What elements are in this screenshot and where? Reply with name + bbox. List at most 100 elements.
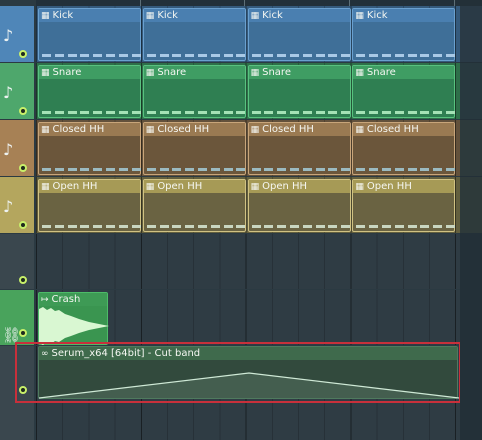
note-mark [236,168,246,171]
note-mark [289,54,299,57]
note-mark [42,54,51,57]
music-note-icon: ♪ [3,26,14,46]
pattern-clip[interactable]: ▦ Closed HH [38,122,141,175]
note-mark [93,54,103,57]
pattern-clip[interactable]: ▦ Snare [247,65,351,118]
note-mark [369,225,379,228]
clip-header: ▦ Kick [353,9,455,22]
clip-header: ▦ Snare [353,66,455,79]
note-mark [185,111,195,114]
note-mark [420,111,430,114]
note-mark [172,168,182,171]
track-enable-led[interactable] [19,164,27,172]
note-mark [445,54,455,57]
note-mark [210,225,220,228]
clip-label: Open HH [52,181,98,192]
clip-header: ▦ Kick [39,9,140,22]
pattern-clip[interactable]: ▦ Kick [38,8,141,61]
note-mark [54,111,64,114]
track-header-crash[interactable]: ⛓ [0,290,34,345]
clip-label: Open HH [366,181,412,192]
pattern-clip[interactable]: ▦ Snare [352,65,456,118]
pattern-clip[interactable]: ▦ Kick [352,8,456,61]
note-mark [315,54,325,57]
track-header-snare[interactable]: ♪ [0,63,34,119]
note-mark [341,225,351,228]
note-marks [353,54,455,57]
pattern-clip[interactable]: ▦ Open HH [38,179,141,232]
note-marks [144,54,246,57]
track-enable-led[interactable] [19,386,27,394]
note-mark [118,111,128,114]
track-enable-led[interactable] [19,276,27,284]
clip-header: ▦ Open HH [248,180,350,193]
note-mark [289,168,299,171]
pattern-clip[interactable]: ▦ Kick [247,8,351,61]
track-enable-led[interactable] [19,107,27,115]
track-lane-open-hh[interactable]: ▦ Open HH ▦ Open HH ▦ Open HH ▦ Open HH [36,177,460,233]
music-note-icon: ♪ [3,83,14,103]
pattern-clip[interactable]: ▦ Open HH [352,179,456,232]
track-header-kick[interactable]: ♪ [0,6,34,62]
note-mark [223,111,233,114]
note-mark [42,168,51,171]
note-mark [394,225,404,228]
pattern-icon: ▦ [250,125,260,135]
note-mark [394,111,404,114]
audio-waveform [39,307,109,345]
note-mark [302,225,312,228]
track-lane-kick[interactable]: ▦ Kick ▦ Kick ▦ Kick ▦ Kick [36,6,460,62]
pattern-clip[interactable]: ▦ Snare [142,65,246,118]
track-lane-snare[interactable]: ▦ Snare ▦ Snare ▦ Snare ▦ Snare [36,63,460,119]
pattern-clip[interactable]: ▦ Snare [38,65,141,118]
note-mark [42,111,51,114]
track-lane-empty[interactable] [36,234,460,289]
clip-label: Kick [52,10,74,21]
audio-clip-crash[interactable]: ↦ Crash [38,292,109,345]
track-header-open-hh[interactable]: ♪ [0,177,34,233]
note-mark [146,168,156,171]
pattern-icon: ▦ [145,182,155,192]
note-mark [341,111,351,114]
note-mark [407,54,417,57]
pattern-clip[interactable]: ▦ Closed HH [142,122,246,175]
track-header-empty[interactable] [0,234,34,289]
note-mark [381,111,391,114]
pattern-clip[interactable]: ▦ Open HH [247,179,351,232]
pattern-clip[interactable]: ▦ Open HH [142,179,246,232]
note-mark [93,225,103,228]
note-mark [315,225,325,228]
link-icon: ⛓ [2,326,22,344]
note-mark [445,225,455,228]
pattern-icon: ▦ [41,68,50,78]
note-mark [251,225,261,228]
clip-header: ↦ Crash [39,293,107,306]
note-mark [106,168,115,171]
track-enable-led[interactable] [19,221,27,229]
note-mark [197,111,207,114]
note-mark [67,111,77,114]
track-lane-crash[interactable]: ↦ Crash [36,290,460,345]
track-enable-led[interactable] [19,50,27,58]
pattern-icon: ▦ [41,182,50,192]
track-header-automation[interactable] [0,346,34,440]
pattern-clip[interactable]: ▦ Closed HH [247,122,351,175]
note-mark [131,168,141,171]
note-mark [146,54,156,57]
track-header-closed-hh[interactable]: ♪ [0,120,34,176]
note-marks [353,111,455,114]
pattern-clip[interactable]: ▦ Kick [142,8,246,61]
note-mark [80,54,90,57]
note-mark [369,168,379,171]
note-mark [93,111,103,114]
note-mark [407,168,417,171]
track-lane-automation[interactable]: ∞ Serum_x64 [64bit] - Cut band [36,346,460,440]
note-mark [131,225,141,228]
track-enable-led[interactable] [19,329,27,337]
note-mark [420,225,430,228]
pattern-clip[interactable]: ▦ Closed HH [352,122,456,175]
automation-curve[interactable] [39,361,459,399]
automation-clip[interactable]: ∞ Serum_x64 [64bit] - Cut band [38,346,459,399]
track-lane-closed-hh[interactable]: ▦ Closed HH ▦ Closed HH ▦ Closed HH ▦ Closed HH [36,120,460,176]
note-marks [249,225,351,228]
